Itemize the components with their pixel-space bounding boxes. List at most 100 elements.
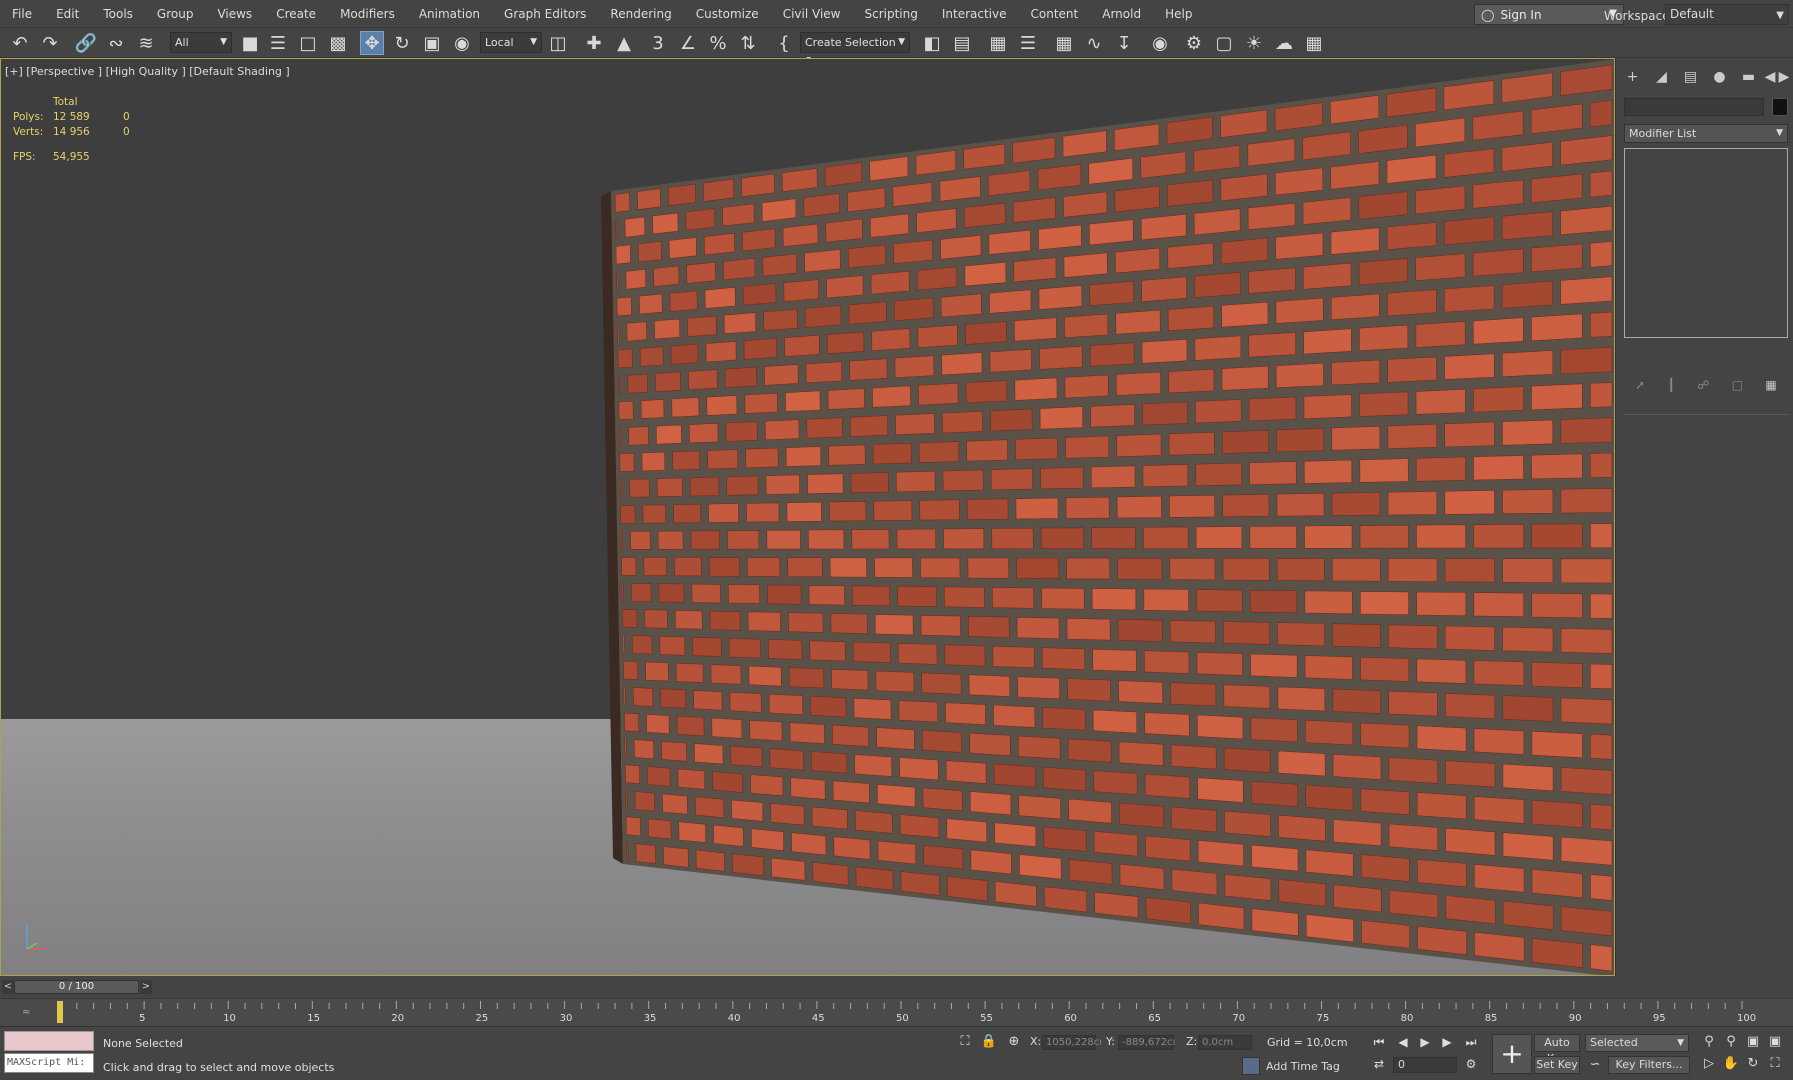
menu-modifiers[interactable]: Modifiers xyxy=(328,0,407,28)
pan-view-icon[interactable]: ✋ xyxy=(1722,1055,1740,1073)
chevron-right-icon[interactable]: ▶ xyxy=(1777,66,1791,88)
pivot-center-icon[interactable]: ◫ xyxy=(546,31,570,55)
sign-in-button[interactable]: ◯ Sign In ▼ xyxy=(1474,4,1624,25)
object-name-field[interactable] xyxy=(1624,98,1764,116)
y-coord-field[interactable]: -889,672cı xyxy=(1118,1035,1175,1050)
scene-explorer-icon[interactable]: ▦ xyxy=(986,31,1010,55)
key-filters-button[interactable]: Key Filters... xyxy=(1608,1056,1690,1074)
menu-edit[interactable]: Edit xyxy=(44,0,91,28)
redo-icon[interactable]: ↷ xyxy=(38,31,62,55)
pin-stack-icon[interactable]: ➚ xyxy=(1635,378,1645,396)
rendered-frame-window-icon[interactable]: ▢ xyxy=(1212,31,1236,55)
menu-tools[interactable]: Tools xyxy=(91,0,145,28)
select-object-icon[interactable]: ■ xyxy=(238,31,262,55)
next-key-icon[interactable]: ▶ xyxy=(1438,1033,1456,1051)
orbit-icon[interactable]: ↻ xyxy=(1744,1055,1762,1073)
select-by-name-icon[interactable]: ☰ xyxy=(266,31,290,55)
zoom-icon[interactable]: ⚲ xyxy=(1700,1033,1718,1051)
manipulate-icon[interactable]: ✚ xyxy=(582,31,606,55)
menu-content[interactable]: Content xyxy=(1019,0,1091,28)
motion-tab-icon[interactable]: ● xyxy=(1705,66,1734,88)
render-in-cloud-icon[interactable]: ☁ xyxy=(1272,31,1296,55)
previous-key-icon[interactable]: ◀ xyxy=(1394,1033,1412,1051)
key-selection-set-dropdown[interactable]: Selected ▼ xyxy=(1585,1034,1689,1052)
perspective-viewport[interactable]: [+] [Perspective ] [High Quality ] [Defa… xyxy=(0,58,1615,976)
schematic-view-icon[interactable]: ↧ xyxy=(1112,31,1136,55)
menu-customize[interactable]: Customize xyxy=(684,0,771,28)
mirror-icon[interactable]: ◧ xyxy=(920,31,944,55)
keyboard-shortcut-override-icon[interactable]: ▲ xyxy=(612,31,636,55)
selection-filter-dropdown[interactable]: All ▼ xyxy=(170,32,232,53)
modify-tab-icon[interactable]: ◢ xyxy=(1647,66,1676,88)
menu-rendering[interactable]: Rendering xyxy=(598,0,683,28)
current-frame-marker[interactable] xyxy=(57,1001,63,1023)
set-keys-button[interactable]: + xyxy=(1492,1034,1532,1074)
menu-animation[interactable]: Animation xyxy=(407,0,492,28)
remove-modifier-icon[interactable]: □ xyxy=(1732,378,1743,396)
bind-space-warp-icon[interactable]: ≋ xyxy=(134,31,158,55)
menu-create[interactable]: Create xyxy=(264,0,328,28)
menu-views[interactable]: Views xyxy=(205,0,264,28)
add-time-tag[interactable]: Add Time Tag xyxy=(1266,1060,1340,1073)
modifier-list-dropdown[interactable]: Modifier List ▼ xyxy=(1624,124,1788,143)
workspaces-dropdown[interactable]: Default ▼ xyxy=(1665,4,1789,25)
field-of-view-icon[interactable]: ▷ xyxy=(1700,1055,1718,1073)
auto-key-button[interactable]: Auto Key xyxy=(1534,1034,1580,1065)
unlink-icon[interactable]: ∾ xyxy=(104,31,128,55)
selection-lock-icon[interactable]: 🔒 xyxy=(980,1033,998,1051)
angle-snap-icon[interactable]: ∠ xyxy=(676,31,700,55)
autodesk-a360-gallery-icon[interactable]: ▦ xyxy=(1302,31,1326,55)
ribbon-icon[interactable]: ▦ xyxy=(1052,31,1076,55)
x-coord-field[interactable]: 1050,228cı xyxy=(1042,1035,1102,1050)
render-setup-icon[interactable]: ⚙ xyxy=(1182,31,1206,55)
chevron-left-icon[interactable]: ◀ xyxy=(1763,66,1777,88)
link-icon[interactable]: 🔗 xyxy=(74,31,98,55)
maxscript-listener-output[interactable] xyxy=(4,1031,94,1051)
track-bar[interactable]: 5 10 15 20 25 30 35 40 45 50 55 60 65 70 75 80 85 90 95 100… xyxy=(0,998,1793,1026)
isolate-selection-icon[interactable]: ⛶ xyxy=(956,1033,974,1051)
hierarchy-tab-icon[interactable]: ▤ xyxy=(1676,66,1705,88)
maxscript-mini-listener[interactable]: MAXScript Mi: xyxy=(4,1053,94,1073)
undo-icon[interactable]: ↶ xyxy=(8,31,32,55)
edit-named-selection-icon[interactable]: { xyxy=(772,31,796,55)
z-coord-field[interactable]: 0,0cm xyxy=(1198,1035,1252,1050)
show-end-result-icon[interactable]: ┃ xyxy=(1668,378,1675,396)
spinner-snap-icon[interactable]: ⇅ xyxy=(736,31,760,55)
window-crossing-icon[interactable]: ▩ xyxy=(326,31,350,55)
layer-explorer-icon[interactable]: ☰ xyxy=(1016,31,1040,55)
select-and-place-icon[interactable]: ◉ xyxy=(450,31,474,55)
configure-modifier-sets-icon[interactable]: ▦ xyxy=(1765,378,1776,396)
play-icon[interactable]: ▶ xyxy=(1416,1033,1434,1051)
key-mode-toggle-icon[interactable]: ⇄ xyxy=(1370,1055,1388,1073)
zoom-extents-all-icon[interactable]: ▣ xyxy=(1766,1033,1784,1051)
default-in-out-tangents-icon[interactable]: ∽ xyxy=(1586,1056,1604,1074)
object-color-swatch[interactable] xyxy=(1772,98,1788,116)
open-mini-curve-editor-icon[interactable]: ≈ xyxy=(22,1007,30,1018)
select-and-rotate-icon[interactable]: ↻ xyxy=(390,31,414,55)
display-tab-icon[interactable]: ▬ xyxy=(1734,66,1763,88)
menu-help[interactable]: Help xyxy=(1153,0,1204,28)
time-tag-icon[interactable] xyxy=(1242,1057,1260,1075)
time-slider[interactable]: 0 / 100 xyxy=(14,980,139,994)
select-and-scale-icon[interactable]: ▣ xyxy=(420,31,444,55)
curve-editor-icon[interactable]: ∿ xyxy=(1082,31,1106,55)
menu-interactive[interactable]: Interactive xyxy=(930,0,1019,28)
menu-group[interactable]: Group xyxy=(145,0,206,28)
render-production-icon[interactable]: ☀ xyxy=(1242,31,1266,55)
snaps-toggle-icon[interactable]: 3 xyxy=(646,31,670,55)
menu-civil-view[interactable]: Civil View xyxy=(771,0,853,28)
previous-frame-arrow-icon[interactable]: < xyxy=(2,980,14,994)
create-tab-icon[interactable]: + xyxy=(1618,66,1647,88)
named-selection-dropdown[interactable]: Create Selection Se ▼ xyxy=(800,32,910,68)
absolute-mode-icon[interactable]: ⊕ xyxy=(1005,1033,1023,1051)
next-frame-arrow-icon[interactable]: > xyxy=(140,980,152,994)
align-icon[interactable]: ▤ xyxy=(950,31,974,55)
maximize-viewport-icon[interactable]: ⛶ xyxy=(1766,1055,1784,1073)
menu-arnold[interactable]: Arnold xyxy=(1090,0,1153,28)
menu-graph-editors[interactable]: Graph Editors xyxy=(492,0,598,28)
material-editor-icon[interactable]: ◉ xyxy=(1148,31,1172,55)
current-frame-field[interactable]: 0 xyxy=(1393,1057,1457,1073)
rectangular-selection-icon[interactable]: □ xyxy=(296,31,320,55)
percent-snap-icon[interactable]: % xyxy=(706,31,730,55)
make-unique-icon[interactable]: ☍ xyxy=(1697,378,1709,396)
